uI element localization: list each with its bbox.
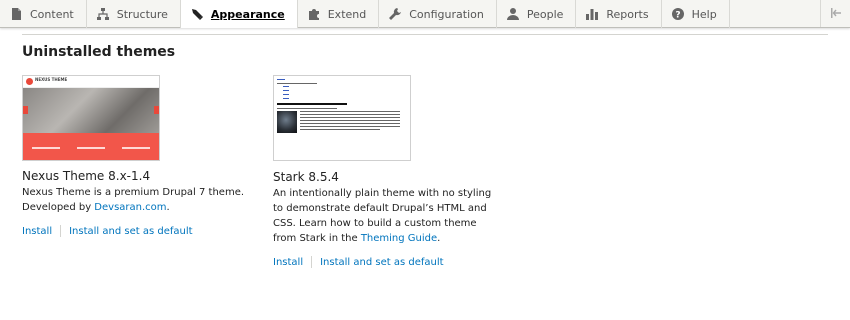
person-icon bbox=[506, 7, 520, 21]
toolbar-item-structure[interactable]: Structure bbox=[87, 0, 181, 28]
screenshot-feature-band bbox=[23, 133, 159, 160]
action-separator bbox=[311, 256, 313, 268]
theme-actions: Install Install and set as default bbox=[22, 225, 252, 237]
toolbar-label: Reports bbox=[606, 7, 649, 21]
screenshot-brand: NEXUS THEME bbox=[35, 77, 68, 82]
toolbar-item-content[interactable]: Content bbox=[0, 0, 87, 28]
preview-line bbox=[300, 129, 380, 130]
preview-heading bbox=[277, 103, 347, 105]
toolbar-orientation-toggle[interactable] bbox=[820, 0, 850, 27]
toolbar-item-appearance[interactable]: Appearance bbox=[180, 0, 298, 28]
toolbar-item-people[interactable]: People bbox=[497, 0, 577, 28]
puzzle-icon bbox=[307, 7, 321, 21]
toolbar-label: Configuration bbox=[409, 7, 484, 21]
theme-name: Nexus Theme 8.x-1.4 bbox=[22, 169, 151, 183]
description-text: Developed by bbox=[22, 202, 95, 213]
description-line: Nexus Theme is a premium Drupal 7 theme. bbox=[22, 187, 245, 198]
paintbrush-icon bbox=[190, 7, 204, 21]
install-link[interactable]: Install bbox=[22, 226, 52, 237]
wrench-icon bbox=[388, 7, 402, 21]
logo-icon bbox=[26, 78, 33, 85]
preview-line bbox=[277, 83, 317, 84]
screenshot-hero bbox=[23, 88, 159, 133]
theme-description: Nexus Theme is a premium Drupal 7 theme.… bbox=[22, 185, 252, 215]
toolbar-label: Structure bbox=[116, 7, 168, 21]
bar-chart-icon bbox=[585, 7, 599, 21]
preview-line bbox=[277, 108, 337, 109]
toolbar-label: People bbox=[526, 7, 564, 21]
preview-line bbox=[277, 79, 285, 80]
description-line: Developed by Devsaran.com. bbox=[22, 200, 252, 215]
theme-screenshot-stark bbox=[273, 75, 411, 161]
theme-card-nexus: NEXUS THEME Nexus Theme 8.x-1.4 Nexus Th… bbox=[22, 75, 252, 237]
slider-next-icon bbox=[154, 106, 159, 114]
toolbar-label: Extend bbox=[327, 7, 367, 21]
preview-line bbox=[283, 86, 289, 87]
description-text: . bbox=[437, 233, 441, 244]
install-link[interactable]: Install bbox=[273, 257, 303, 268]
preview-line bbox=[283, 90, 289, 91]
toolbar-item-extend[interactable]: Extend bbox=[298, 0, 380, 28]
install-default-link[interactable]: Install and set as default bbox=[69, 226, 192, 237]
preview-line bbox=[283, 94, 289, 95]
toolbar-label: Appearance bbox=[210, 7, 285, 21]
slider-prev-icon bbox=[23, 106, 28, 114]
band-text-line bbox=[31, 146, 60, 149]
collapse-icon bbox=[830, 4, 842, 23]
preview-line bbox=[300, 117, 400, 118]
theme-card-stark: Stark 8.5.4 An intentionally plain theme… bbox=[273, 75, 503, 268]
theme-actions: Install Install and set as default bbox=[273, 256, 503, 268]
preview-line bbox=[283, 98, 289, 99]
theme-name: Stark 8.5.4 bbox=[273, 170, 339, 184]
sitemap-icon bbox=[96, 7, 110, 21]
toolbar-item-help[interactable]: ? Help bbox=[662, 0, 730, 28]
help-icon: ? bbox=[671, 7, 685, 21]
file-icon bbox=[9, 7, 23, 21]
preview-line bbox=[300, 111, 400, 112]
divider bbox=[22, 34, 828, 35]
band-text-line bbox=[76, 146, 105, 149]
developer-link[interactable]: Devsaran.com bbox=[94, 202, 166, 213]
description-text: . bbox=[166, 202, 170, 213]
theme-description: An intentionally plain theme with no sty… bbox=[273, 186, 503, 246]
toolbar-label: Content bbox=[30, 7, 74, 21]
screenshot-header: NEXUS THEME bbox=[23, 76, 159, 88]
toolbar-item-reports[interactable]: Reports bbox=[576, 0, 662, 28]
preview-line bbox=[300, 120, 400, 121]
admin-toolbar: Content Structure Appearance Extend Conf… bbox=[0, 0, 850, 28]
band-text-line bbox=[122, 146, 151, 149]
install-default-link[interactable]: Install and set as default bbox=[320, 257, 443, 268]
action-separator bbox=[60, 225, 62, 237]
toolbar-item-configuration[interactable]: Configuration bbox=[379, 0, 497, 28]
preview-line bbox=[300, 114, 400, 115]
preview-line bbox=[300, 126, 400, 127]
preview-image bbox=[277, 111, 297, 133]
section-title: Uninstalled themes bbox=[22, 44, 176, 60]
theming-guide-link[interactable]: Theming Guide bbox=[361, 233, 437, 244]
svg-text:?: ? bbox=[675, 11, 680, 21]
stark-preview-content bbox=[277, 79, 407, 133]
toolbar-label: Help bbox=[691, 7, 717, 21]
preview-line bbox=[300, 123, 400, 124]
theme-screenshot-nexus: NEXUS THEME bbox=[22, 75, 160, 161]
